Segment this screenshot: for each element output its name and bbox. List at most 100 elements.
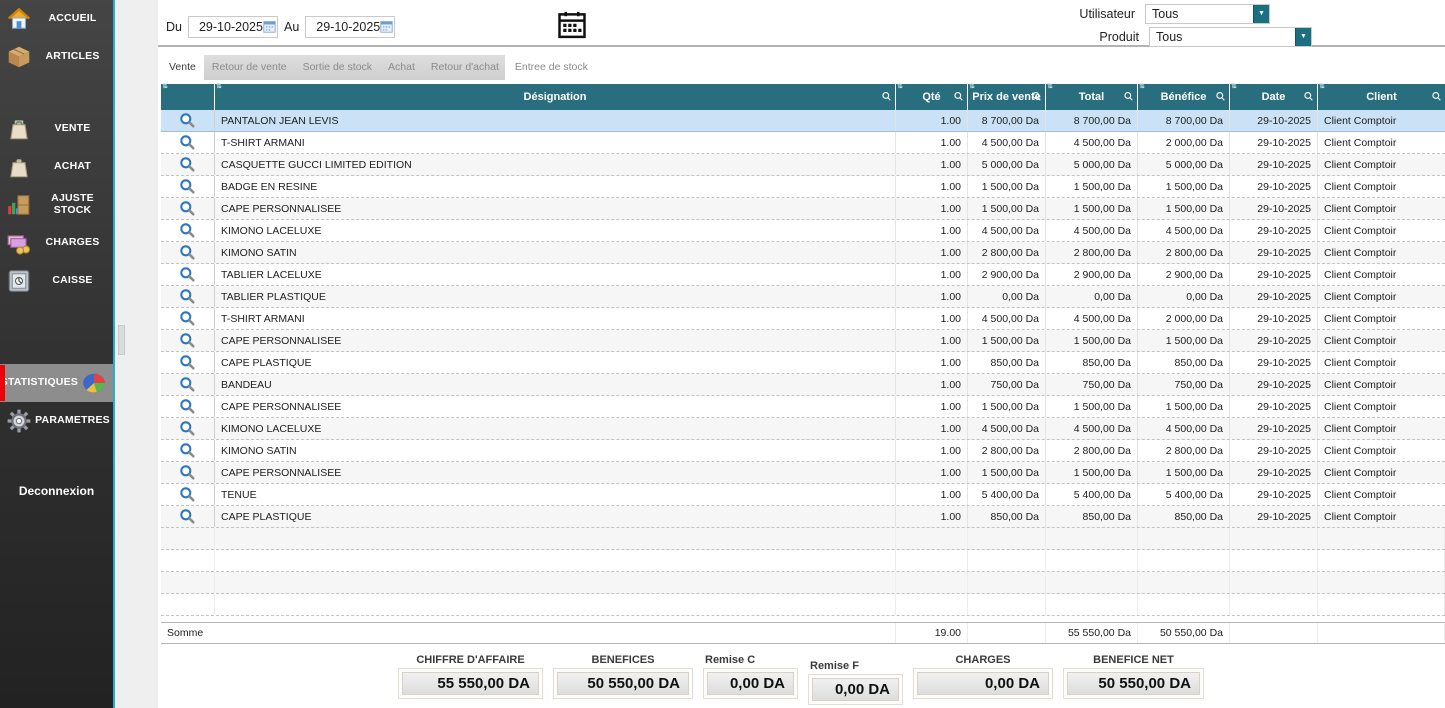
column-search-icon[interactable] [953,91,964,105]
table-row[interactable]: T-SHIRT ARMANI1.004 500,00 Da4 500,00 Da… [161,132,1445,154]
row-magnifier-icon[interactable] [161,418,215,439]
column-header-d-signation[interactable]: ⇅Désignation [215,84,896,110]
column-header-icon[interactable]: ⇅ [161,84,215,110]
column-header-date[interactable]: ⇅Date [1230,84,1318,110]
column-search-icon[interactable] [1431,91,1442,105]
date-to-input[interactable] [316,20,380,34]
column-header-b-n-fice[interactable]: ⇅Bénéfice [1138,84,1230,110]
cell-designation: TENUE [215,484,896,505]
tab-retour-d-achat[interactable]: Retour d'achat [423,55,507,80]
table-row[interactable]: KIMONO SATIN1.002 800,00 Da2 800,00 Da2 … [161,242,1445,264]
row-magnifier-icon[interactable] [161,264,215,285]
row-magnifier-icon[interactable] [161,396,215,417]
row-magnifier-icon[interactable] [161,374,215,395]
table-row[interactable]: CAPE PERSONNALISEE1.001 500,00 Da1 500,0… [161,462,1445,484]
sidebar-item-parametres[interactable]: PARAMETRES [0,402,113,440]
table-row[interactable]: CAPE PERSONNALISEE1.001 500,00 Da1 500,0… [161,396,1445,418]
row-magnifier-icon[interactable] [161,198,215,219]
table-row[interactable]: BANDEAU1.00750,00 Da750,00 Da750,00 Da29… [161,374,1445,396]
column-search-icon[interactable] [1303,91,1314,105]
table-row[interactable]: KIMONO LACELUXE1.004 500,00 Da4 500,00 D… [161,220,1445,242]
column-header-client[interactable]: ⇅Client [1318,84,1445,110]
cell-total: 1 500,00 Da [1046,176,1138,197]
row-magnifier-icon[interactable] [161,484,215,505]
sidebar-item-statistiques[interactable]: STATISTIQUES [0,364,113,402]
logout-button[interactable]: Deconnexion [0,484,113,498]
sidebar-item-label: ACHAT [35,161,110,173]
sidebar-item-articles[interactable]: ARTICLES [0,38,113,76]
tab-retour-de-vente[interactable]: Retour de vente [204,55,295,80]
column-sort-icon[interactable]: ⇅ [1139,83,1145,90]
row-magnifier-icon[interactable] [161,352,215,373]
sidebar-item-ajuste-stock[interactable]: AJUSTE STOCK [0,186,113,224]
table-row[interactable]: CAPE PERSONNALISEE1.001 500,00 Da1 500,0… [161,330,1445,352]
table-row[interactable]: KIMONO LACELUXE1.004 500,00 Da4 500,00 D… [161,418,1445,440]
chevron-down-icon[interactable]: ▼ [1295,28,1311,46]
table-row[interactable]: CASQUETTE GUCCI LIMITED EDITION1.005 000… [161,154,1445,176]
table-row[interactable]: PANTALON JEAN LEVIS1.008 700,00 Da8 700,… [161,110,1445,132]
column-sort-icon[interactable]: ⇅ [216,83,222,90]
column-sort-icon[interactable]: ⇅ [969,83,975,90]
row-magnifier-icon[interactable] [161,176,215,197]
row-magnifier-icon[interactable] [161,154,215,175]
sidebar-item-caisse[interactable]: CAISSE [0,262,113,300]
column-search-icon[interactable] [1031,91,1042,105]
column-header-total[interactable]: ⇅Total [1046,84,1138,110]
table-row[interactable]: TABLIER LACELUXE1.002 900,00 Da2 900,00 … [161,264,1445,286]
tab-vente[interactable]: Vente [161,55,204,80]
sidebar: ACCUEILARTICLES VENTE ACHAT AJUSTE STOCKCHA… [0,0,115,708]
column-sort-icon[interactable]: ⇅ [1231,83,1237,90]
table-row[interactable]: TENUE1.005 400,00 Da5 400,00 Da5 400,00 … [161,484,1445,506]
column-sort-icon[interactable]: ⇅ [1047,83,1053,90]
cell-designation: CAPE PERSONNALISEE [215,198,896,219]
table-row[interactable]: CAPE PERSONNALISEE1.001 500,00 Da1 500,0… [161,198,1445,220]
row-magnifier-icon[interactable] [161,330,215,351]
table-row[interactable]: TABLIER PLASTIQUE1.000,00 Da0,00 Da0,00 … [161,286,1445,308]
tab-sortie-de-stock[interactable]: Sortie de stock [295,55,380,80]
tab-achat[interactable]: Achat [380,55,423,80]
column-search-icon[interactable] [881,91,892,105]
column-header-qt[interactable]: ⇅Qté [896,84,968,110]
cell-designation: CASQUETTE GUCCI LIMITED EDITION [215,154,896,175]
row-magnifier-icon[interactable] [161,220,215,241]
chevron-down-icon[interactable]: ▼ [1253,5,1269,23]
calendar-button[interactable] [556,10,587,40]
date-from-input[interactable] [199,20,263,34]
table-row[interactable]: CAPE PLASTIQUE1.00850,00 Da850,00 Da850,… [161,352,1445,374]
column-sort-icon[interactable]: ⇅ [1319,83,1325,90]
sidebar-item-charges[interactable]: CHARGES [0,224,113,262]
cell-date: 29-10-2025 [1230,374,1318,395]
cell-qty: 1.00 [896,154,968,175]
column-sort-icon[interactable]: ⇅ [162,83,168,90]
row-magnifier-icon[interactable] [161,440,215,461]
row-magnifier-icon[interactable] [161,506,215,527]
user-filter-select[interactable]: Tous ▼ [1145,4,1270,24]
row-magnifier-icon[interactable] [161,132,215,153]
gutter-scrollbar-thumb[interactable] [118,325,125,355]
column-header-prix-de-vente[interactable]: ⇅Prix de vente [968,84,1046,110]
calendar-small-icon[interactable] [380,20,393,33]
cell-price: 4 500,00 Da [968,220,1046,241]
calendar-small-icon[interactable] [263,20,276,33]
sidebar-item-accueil[interactable]: ACCUEIL [0,0,113,38]
row-magnifier-icon[interactable] [161,242,215,263]
table-empty-row [161,528,1445,550]
row-magnifier-icon[interactable] [161,308,215,329]
row-magnifier-icon[interactable] [161,110,215,131]
table-row[interactable]: CAPE PLASTIQUE1.00850,00 Da850,00 Da850,… [161,506,1445,528]
column-search-icon[interactable] [1215,91,1226,105]
sidebar-item-achat[interactable]: ACHAT [0,148,113,186]
sidebar-item-vente[interactable]: VENTE [0,110,113,148]
summary-box-chiffre-d-affaire: CHIFFRE D'AFFAIRE55 550,00 DA [398,654,543,699]
cell-benefit: 4 500,00 Da [1138,418,1230,439]
tab-entree-de-stock[interactable]: Entree de stock [507,55,596,80]
table-row[interactable]: T-SHIRT ARMANI1.004 500,00 Da4 500,00 Da… [161,308,1445,330]
table-row[interactable]: KIMONO SATIN1.002 800,00 Da2 800,00 Da2 … [161,440,1445,462]
column-search-icon[interactable] [1123,91,1134,105]
table-row[interactable]: BADGE EN RESINE1.001 500,00 Da1 500,00 D… [161,176,1445,198]
product-filter-select[interactable]: Tous ▼ [1149,27,1312,47]
row-magnifier-icon[interactable] [161,462,215,483]
cell-designation: PANTALON JEAN LEVIS [215,110,896,131]
row-magnifier-icon[interactable] [161,286,215,307]
column-sort-icon[interactable]: ⇅ [897,83,903,90]
